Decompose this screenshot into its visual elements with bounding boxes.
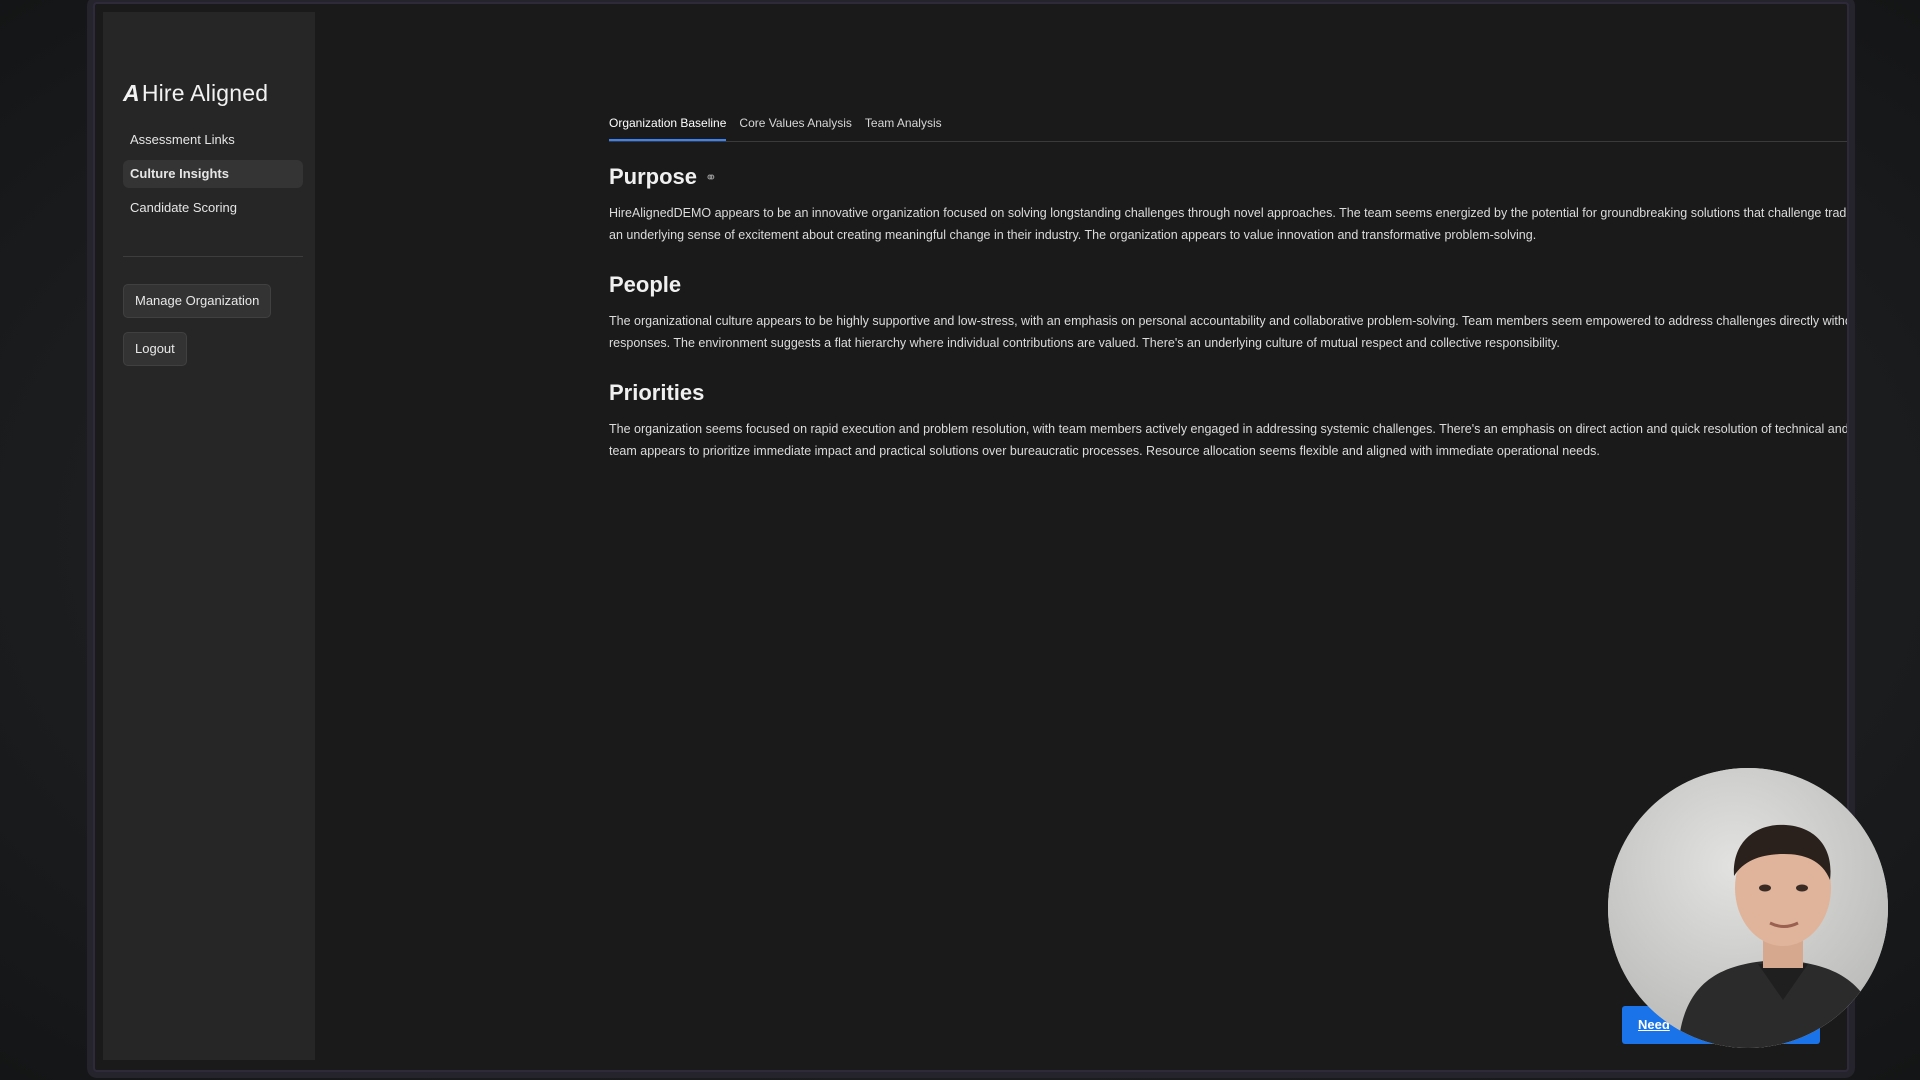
priorities-text: The organization seems focused on rapid … bbox=[609, 422, 1849, 458]
baseline-content: Purpose ⚭ HireAlignedDEMO appears to be … bbox=[609, 164, 1849, 488]
sidebar-nav: Assessment Links Culture Insights Candid… bbox=[123, 126, 303, 228]
people-text: The organizational culture appears to be… bbox=[609, 314, 1849, 350]
app-window: A Hire Aligned Assessment Links Culture … bbox=[93, 2, 1849, 1072]
manage-organization-button[interactable]: Manage Organization bbox=[123, 284, 272, 318]
brand-mark-icon: A bbox=[123, 80, 140, 106]
priorities-heading: Priorities bbox=[609, 380, 1847, 406]
sidebar-item-assessment-links[interactable]: Assessment Links bbox=[123, 126, 303, 154]
purpose-text: HireAlignedDEMO appears to be an innovat… bbox=[609, 206, 1849, 242]
sidebar-divider bbox=[123, 256, 303, 257]
presenter-avatar-icon bbox=[1608, 768, 1888, 1048]
presenter-webcam-bubble bbox=[1608, 768, 1888, 1048]
link-icon[interactable]: ⚭ bbox=[705, 169, 717, 186]
tab-core-values-analysis[interactable]: Core Values Analysis bbox=[739, 112, 852, 140]
brand-name: Hire Aligned bbox=[141, 80, 269, 106]
purpose-heading: Purpose ⚭ bbox=[609, 164, 1847, 190]
tab-bar: Organization Baseline Core Values Analys… bbox=[609, 112, 1847, 142]
brand-logo[interactable]: A Hire Aligned bbox=[123, 80, 268, 107]
sidebar-item-candidate-scoring[interactable]: Candidate Scoring bbox=[123, 194, 303, 222]
priorities-title: Priorities bbox=[609, 380, 705, 405]
purpose-title: Purpose bbox=[609, 164, 698, 189]
tab-organization-baseline[interactable]: Organization Baseline bbox=[609, 112, 727, 141]
tab-team-analysis[interactable]: Team Analysis bbox=[865, 112, 942, 140]
sidebar: A Hire Aligned Assessment Links Culture … bbox=[103, 12, 315, 1060]
people-title: People bbox=[609, 272, 682, 297]
logout-button[interactable]: Logout bbox=[123, 332, 187, 366]
people-heading: People bbox=[609, 272, 1847, 298]
sidebar-item-culture-insights[interactable]: Culture Insights bbox=[123, 160, 303, 188]
